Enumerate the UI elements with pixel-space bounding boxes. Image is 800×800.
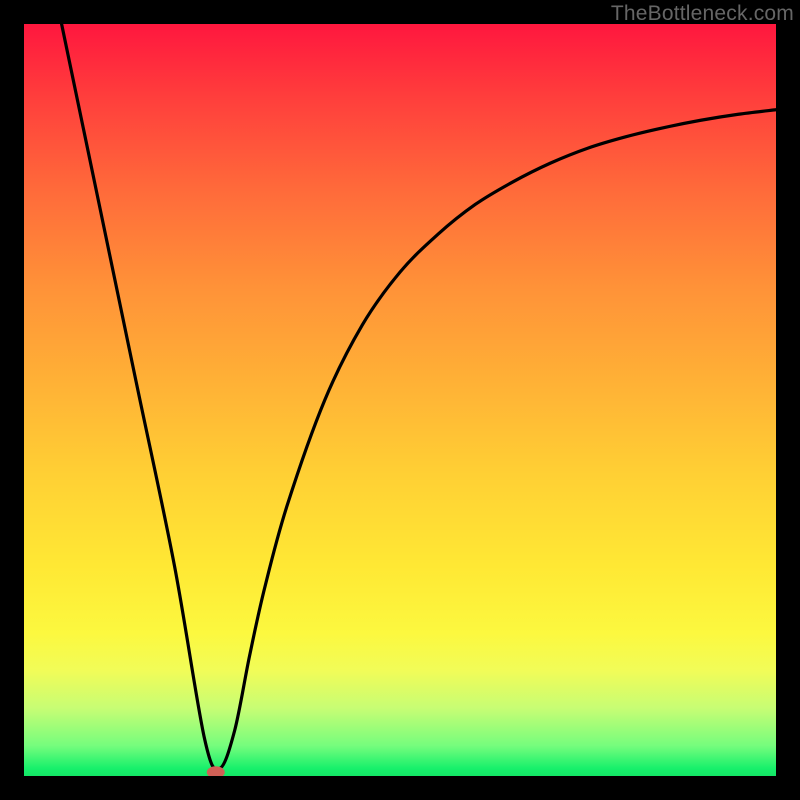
bottleneck-curve: [62, 24, 776, 769]
watermark-text: TheBottleneck.com: [611, 2, 794, 26]
plot-area: [24, 24, 776, 776]
chart-container: TheBottleneck.com: [0, 0, 800, 800]
curve-layer: [24, 24, 776, 776]
